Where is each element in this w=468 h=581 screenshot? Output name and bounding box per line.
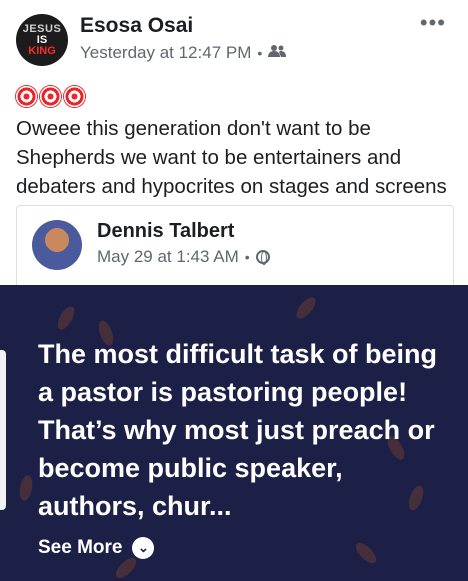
avatar-text-line-3: KING [28, 45, 56, 57]
more-options-icon[interactable]: ••• [420, 10, 446, 36]
post-text: Oweee this generation don't want to be S… [16, 117, 447, 198]
shared-post-meta: May 29 at 1:43 AM • [97, 247, 270, 267]
decorative-leaf [17, 474, 35, 502]
quote-background-panel[interactable]: The most difficult task of being a pasto… [0, 285, 468, 581]
shared-post-card[interactable]: Dennis Talbert May 29 at 1:43 AM • [16, 205, 454, 286]
post-author-name[interactable]: Esosa Osai [80, 14, 193, 38]
target-emoji-icon [64, 86, 85, 107]
target-emoji-icon [40, 86, 61, 107]
post-header: JESUS IS KING Esosa Osai Yesterday at 12… [0, 0, 468, 80]
target-emoji-icon [16, 86, 37, 107]
see-more-label: See More [38, 537, 123, 558]
globe-icon [255, 250, 270, 265]
meta-separator: • [257, 45, 263, 61]
shared-timestamp[interactable]: May 29 at 1:43 AM [97, 247, 239, 267]
decorative-leaf [352, 539, 380, 567]
decorative-leaf [54, 303, 78, 333]
shared-author-name[interactable]: Dennis Talbert [97, 220, 234, 243]
emoji-row [16, 86, 85, 107]
post-meta: Yesterday at 12:47 PM • [80, 43, 287, 63]
decorative-leaf [293, 294, 319, 322]
see-more-button[interactable]: See More ⌄ [38, 537, 155, 559]
quote-text: The most difficult task of being a pasto… [38, 339, 438, 521]
meta-separator: • [244, 249, 250, 265]
friends-icon [268, 43, 287, 63]
shared-author-avatar[interactable] [32, 220, 82, 270]
scroll-edge [0, 350, 6, 510]
author-avatar[interactable]: JESUS IS KING [16, 14, 68, 66]
chevron-down-icon: ⌄ [132, 537, 155, 559]
post-timestamp[interactable]: Yesterday at 12:47 PM [80, 43, 251, 63]
